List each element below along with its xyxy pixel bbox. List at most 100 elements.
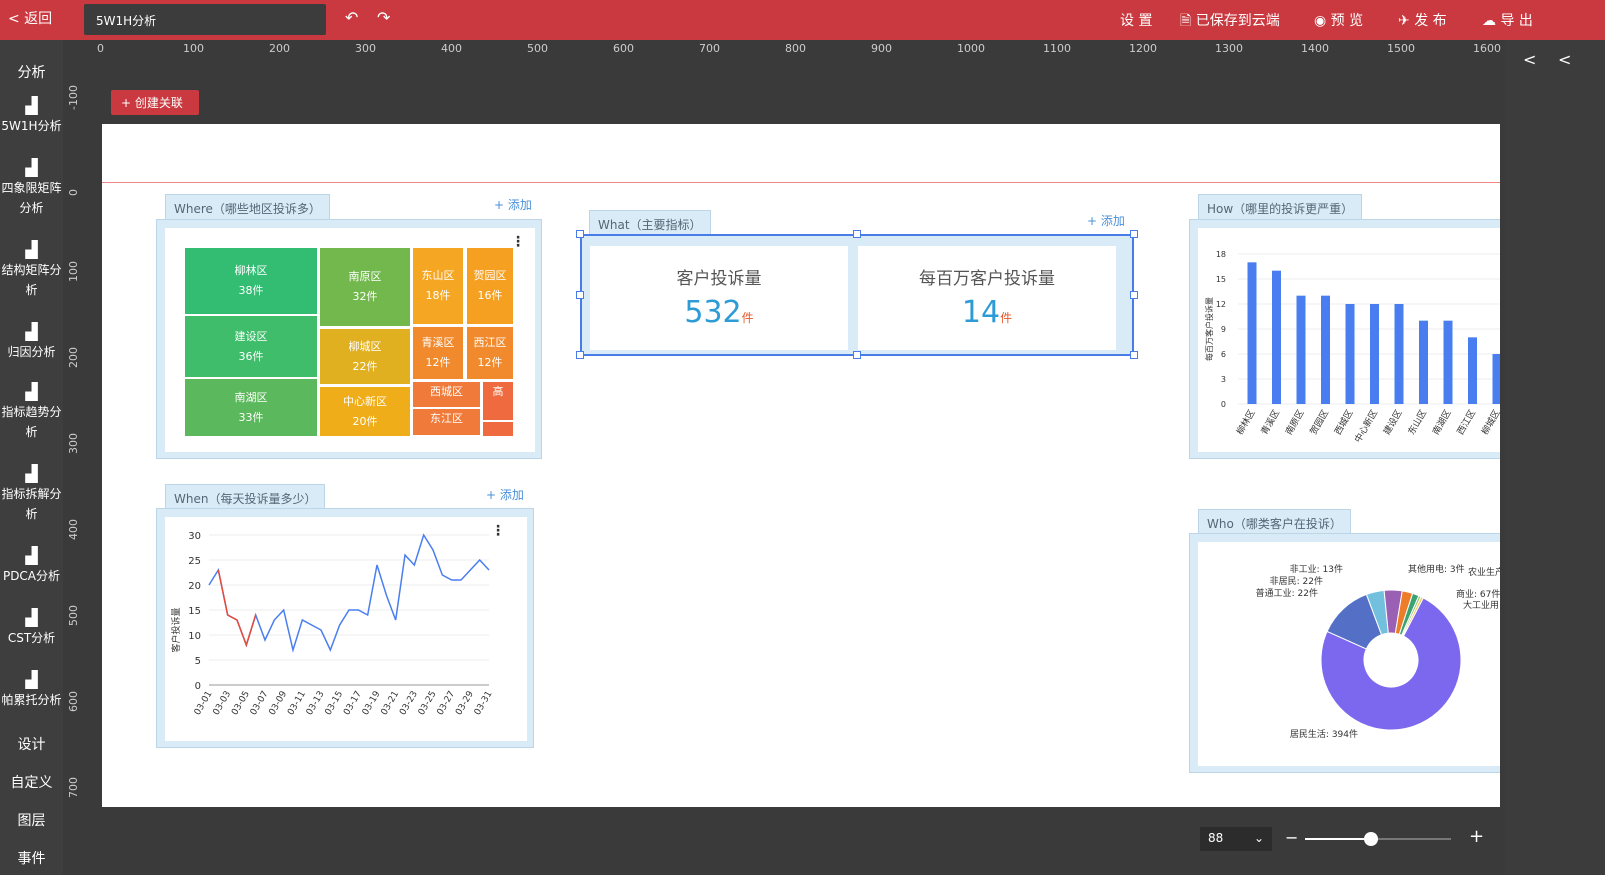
- how-tab[interactable]: How（哪里的投诉更严重）: [1198, 194, 1363, 222]
- treemap-cell[interactable]: 贺园区 16件: [467, 248, 513, 324]
- ruler-tick-label: 0: [67, 189, 80, 196]
- bar-chart-icon: ▟: [25, 158, 38, 177]
- treemap-cell[interactable]: 高: [483, 382, 513, 420]
- where-treemap: ⋮ 柳林区 38件 建设区 36件 南湖区 33件 南原区 32件 柳城区 22件 中心新区 20件 东…: [165, 228, 535, 452]
- sidebar-item-attribution[interactable]: ▟ 归因分析: [0, 324, 63, 362]
- treemap-cell-count: 22件: [352, 359, 378, 373]
- undo-icon[interactable]: ↶: [345, 8, 358, 27]
- preview-button[interactable]: ◉ 预 览: [1314, 10, 1363, 30]
- ruler-tick-label: 400: [67, 519, 80, 540]
- y-tick-label: 3: [1221, 375, 1226, 384]
- sidebar-item-pareto[interactable]: ▟ 帕累托分析: [0, 672, 63, 710]
- what-add-button[interactable]: + 添加: [1087, 212, 1125, 229]
- sidebar-item-cst[interactable]: ▟ CST分析: [0, 610, 63, 648]
- create-relation-button[interactable]: + 创建关联: [111, 90, 199, 115]
- y-tick-label: 15: [188, 606, 201, 617]
- zoom-out-button[interactable]: −: [1285, 828, 1298, 847]
- where-add-button[interactable]: + 添加: [494, 196, 532, 213]
- save-cloud-button[interactable]: 🗎 已保存到云端: [1180, 10, 1280, 34]
- zoom-slider-fill: [1305, 838, 1371, 840]
- when-add-button[interactable]: + 添加: [486, 486, 524, 503]
- sidebar-section-design[interactable]: 设计: [0, 734, 63, 754]
- x-tick-label: 03-31: [473, 690, 495, 718]
- collapse-left-icon[interactable]: <: [1523, 50, 1536, 69]
- treemap-cell[interactable]: 南原区 32件: [320, 248, 410, 326]
- pie-label: 非居民: 22件: [1270, 575, 1323, 587]
- y-tick-label: 9: [1221, 325, 1226, 334]
- sidebar-item-5w1h[interactable]: ▟ 5W1H分析: [0, 98, 63, 136]
- y-tick-label: 30: [188, 531, 201, 542]
- resize-handle[interactable]: [576, 291, 584, 299]
- what-panel[interactable]: 客户投诉量 532件 每百万客户投诉量 14件: [580, 234, 1134, 356]
- ruler-tick-label: 800: [785, 42, 806, 55]
- where-tab[interactable]: Where（哪些地区投诉多）: [165, 194, 330, 222]
- treemap-cell[interactable]: 西江区 12件: [467, 327, 513, 379]
- treemap-cell[interactable]: [483, 422, 513, 436]
- y-tick-label: 18: [1216, 250, 1226, 259]
- where-panel[interactable]: ⋮ 柳林区 38件 建设区 36件 南湖区 33件 南原区 32件 柳城区 22件 中心新区 20件 东…: [156, 219, 542, 459]
- treemap-cell[interactable]: 西城区: [413, 382, 480, 407]
- ruler-tick-label: 1200: [1129, 42, 1157, 55]
- bar-chart-icon: ▟: [25, 322, 38, 341]
- redo-icon[interactable]: ↷: [377, 8, 390, 27]
- zoom-select[interactable]: 88 ⌄: [1200, 827, 1272, 851]
- resize-handle[interactable]: [1130, 230, 1138, 238]
- how-panel[interactable]: 0 3 6 9 12 15 18 每百万客户投诉量 柳林区 青溪区 南原区 贺园区 西城区 中心新区 建设区…: [1189, 219, 1500, 459]
- resize-handle[interactable]: [1130, 291, 1138, 299]
- bar-chart-icon: ▟: [25, 382, 38, 401]
- treemap-cell[interactable]: 柳城区 22件: [320, 329, 410, 384]
- sidebar-section-layers[interactable]: 图层: [0, 810, 63, 830]
- y-tick-label: 0: [1221, 400, 1226, 409]
- who-panel[interactable]: 居民生活: 394件 商业: 67件 普通工业: 22件 非居民: 22件 非工业: 1…: [1189, 533, 1500, 773]
- zoom-in-button[interactable]: +: [1469, 826, 1484, 847]
- more-menu-icon[interactable]: ⋮: [511, 234, 525, 250]
- resize-handle[interactable]: [1130, 351, 1138, 359]
- eye-icon: ◉: [1314, 13, 1327, 29]
- kpi-unit: 件: [1000, 311, 1013, 325]
- export-button[interactable]: ☁ 导 出: [1482, 10, 1533, 30]
- treemap-cell[interactable]: 东山区 18件: [413, 248, 463, 324]
- horizontal-ruler: 0 100 200 300 400 500 600 700 800 900 1000 1100 1200…: [63, 40, 1505, 70]
- bar: [1345, 304, 1355, 404]
- resize-handle[interactable]: [576, 351, 584, 359]
- collapse-right-icon[interactable]: <: [1558, 50, 1571, 69]
- treemap-cell[interactable]: 柳林区 38件: [185, 248, 317, 314]
- kpi-label: 客户投诉量: [676, 269, 762, 289]
- treemap-cell-count: 18件: [425, 289, 451, 302]
- resize-handle[interactable]: [853, 230, 861, 238]
- sidebar-section-events[interactable]: 事件: [0, 848, 63, 868]
- zoom-slider[interactable]: [1305, 832, 1451, 846]
- kpi-card-per-million: 每百万客户投诉量 14件: [858, 246, 1116, 350]
- how-chart-container: 0 3 6 9 12 15 18 每百万客户投诉量 柳林区 青溪区 南原区 贺园区 西城区 中心新区 建设区…: [1198, 228, 1500, 452]
- design-canvas[interactable]: Where（哪些地区投诉多） + 添加 ⋮ 柳林区 38件 建设区 36件 南湖区 33件…: [102, 124, 1500, 807]
- treemap-cell[interactable]: 东江区: [413, 409, 480, 435]
- y-tick-label: 25: [188, 556, 201, 567]
- zoom-slider-handle[interactable]: [1363, 832, 1378, 846]
- sidebar-item-pdca[interactable]: ▟ PDCA分析: [0, 548, 63, 586]
- treemap-cell[interactable]: 南湖区 33件: [185, 379, 317, 436]
- vertical-ruler: -100 0 100 200 300 400 500 600 700: [63, 70, 93, 820]
- sidebar-item-trend[interactable]: ▟ 指标趋势分析: [0, 384, 63, 442]
- sidebar-item-structure[interactable]: ▟ 结构矩阵分析: [0, 242, 63, 300]
- sidebar-section-custom[interactable]: 自定义: [0, 772, 63, 792]
- publish-button[interactable]: ✈ 发 布: [1398, 10, 1447, 30]
- treemap-cell[interactable]: 建设区 36件: [185, 316, 317, 377]
- back-button[interactable]: < 返回: [8, 8, 52, 28]
- sidebar-item-breakdown[interactable]: ▟ 指标拆解分析: [0, 466, 63, 524]
- treemap-cell[interactable]: 青溪区 12件: [413, 327, 463, 379]
- more-menu-icon[interactable]: ⋮: [491, 523, 505, 539]
- bar: [1370, 304, 1379, 404]
- page-title[interactable]: 5W1H分析: [84, 4, 326, 35]
- kpi-card-complaints: 客户投诉量 532件: [590, 246, 848, 350]
- pie-chart: 居民生活: 394件 商业: 67件 普通工业: 22件非居民: 22件非工业: 1…: [1256, 563, 1500, 740]
- when-panel[interactable]: ⋮ 0 5 10 15 20 25 30 客户投诉量 03-01 03-03 03-05 03-07 0…: [156, 508, 534, 748]
- treemap-cell[interactable]: 中心新区 20件: [320, 387, 410, 436]
- settings-button[interactable]: 设 置: [1120, 10, 1152, 30]
- treemap-cell-name: 西江区: [473, 336, 507, 349]
- resize-handle[interactable]: [576, 230, 584, 238]
- resize-handle[interactable]: [853, 351, 861, 359]
- sidebar-item-quadrant[interactable]: ▟ 四象限矩阵分析: [0, 160, 63, 218]
- bar: [1492, 354, 1500, 404]
- ruler-tick-label: 700: [699, 42, 720, 55]
- sidebar-section-analysis[interactable]: 分析: [0, 62, 63, 82]
